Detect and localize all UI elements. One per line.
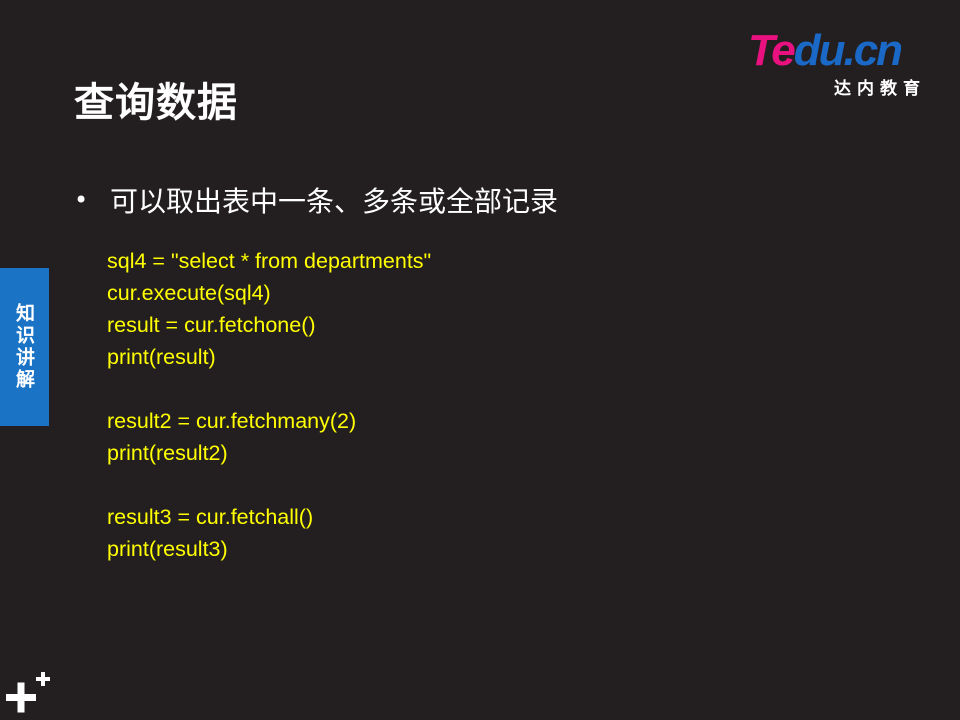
code-line: print(result) — [107, 345, 216, 369]
side-tab: 知识讲解 — [0, 268, 49, 426]
code-line: result = cur.fetchone() — [107, 313, 316, 337]
slide: 查询数据 Tedu.cn 达内教育 知识讲解 • 可以取出表中一条、多条或全部记… — [0, 0, 960, 720]
logo-subtitle: 达内教育 — [834, 79, 926, 99]
logo-wordmark-part-a: Te — [748, 26, 796, 75]
code-line: print(result2) — [107, 441, 228, 465]
code-line: sql4 = "select * from departments" — [107, 249, 432, 273]
code-line: print(result3) — [107, 537, 228, 561]
bullet-text: 可以取出表中一条、多条或全部记录 — [110, 185, 559, 218]
slide-title: 查询数据 — [74, 80, 238, 126]
bullet-point: • 可以取出表中一条、多条或全部记录 — [74, 180, 558, 220]
code-line: result2 = cur.fetchmany(2) — [107, 409, 357, 433]
bullet-dot-icon: • — [74, 186, 89, 214]
code-line: cur.execute(sql4) — [107, 281, 271, 305]
tedu-logo: Tedu.cn 达内教育 — [748, 26, 930, 100]
side-tab-label: 知识讲解 — [13, 303, 35, 391]
plus-plus-icon — [6, 672, 50, 713]
logo-wordmark: Tedu.cn — [748, 26, 903, 75]
code-block: sql4 = "select * from departments" cur.e… — [107, 245, 431, 565]
logo-wordmark-part-b: du.cn — [793, 26, 903, 75]
code-line: result3 = cur.fetchall() — [107, 505, 314, 529]
